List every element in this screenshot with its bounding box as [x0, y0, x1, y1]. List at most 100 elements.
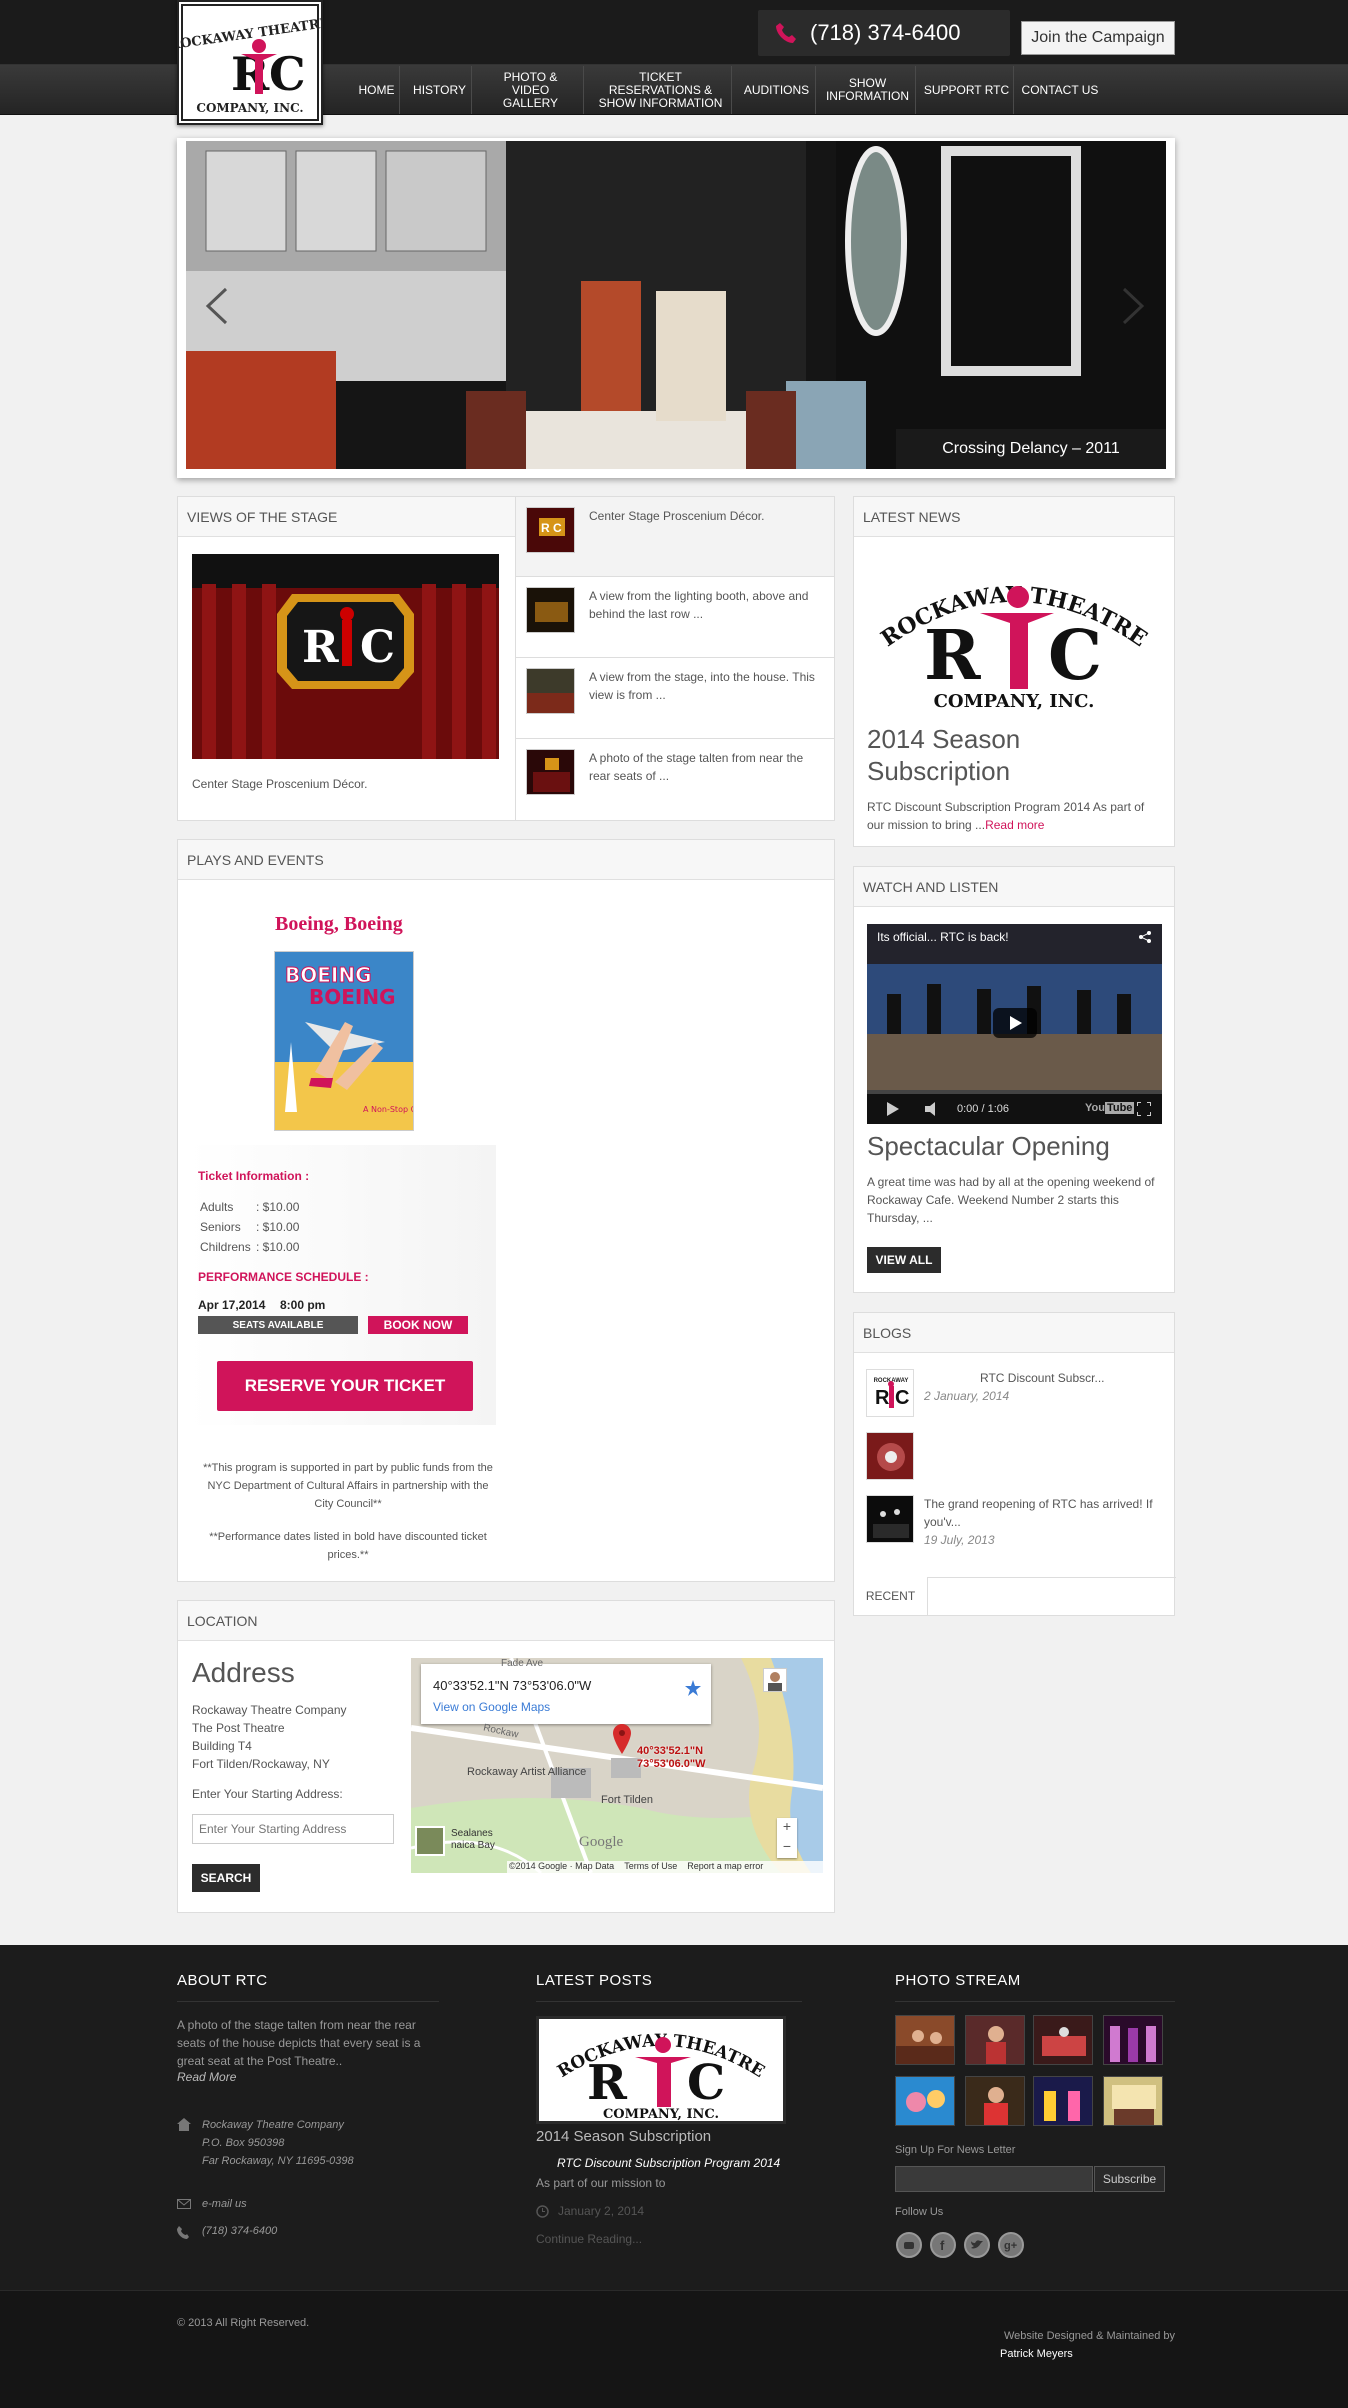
news-read-more[interactable]: Read more — [985, 818, 1044, 832]
news-headline[interactable]: 2014 Season Subscription — [867, 723, 1167, 787]
slider-next-button[interactable] — [1116, 141, 1166, 469]
footer-read-more-link[interactable]: Read More — [177, 2068, 236, 2086]
map-satellite-toggle[interactable] — [415, 1826, 445, 1856]
slider-prev-button[interactable] — [186, 141, 236, 469]
news-body: RTC Discount Subscription Program 2014 A… — [867, 800, 1145, 832]
photo-stream-thumb[interactable] — [1103, 2076, 1163, 2126]
view-all-button[interactable]: VIEW ALL — [867, 1247, 941, 1273]
photo-stream-thumb[interactable] — [1033, 2015, 1093, 2065]
footer-post-date: January 2, 2014 — [558, 2204, 645, 2218]
fullscreen-icon[interactable] — [1137, 1102, 1151, 1116]
map-coords: 40°33'52.1"N 73°53'06.0"W — [433, 1678, 592, 1693]
map-terms-link[interactable]: Terms of Use — [624, 1861, 677, 1873]
svg-text:A Non-Stop Comedy!: A Non-Stop Comedy! — [363, 1105, 414, 1114]
schedule-time: 8:00 pm — [280, 1298, 326, 1312]
show-title[interactable]: Boeing, Boeing — [275, 913, 403, 936]
hero-slide: Crossing Delancy – 2011 — [186, 141, 1166, 469]
credit-line: Website Designed & Maintained by — [1003, 2330, 1175, 2342]
map-pin-label: 40°33'52.1"N 73°53'06.0"W — [637, 1745, 706, 1770]
phone-number: (718) 374-6400 — [810, 20, 961, 45]
latest-news-title: LATEST NEWS — [854, 497, 1174, 537]
footer-about-title: ABOUT RTC — [177, 1972, 268, 1989]
blogs-panel: BLOGS ROCKAWAYRC RTC Discount Subscr... … — [853, 1312, 1176, 1616]
star-icon[interactable] — [685, 1680, 701, 1696]
nav-show-information[interactable]: SHOW INFORMATION — [820, 66, 916, 114]
views-featured-image[interactable]: R C — [192, 554, 499, 759]
nav-ticket-reservations[interactable]: TICKET RESERVATIONS & SHOW INFORMATION — [590, 66, 732, 114]
svg-text:BOEING: BOEING — [309, 985, 396, 1009]
address-heading: Address — [192, 1657, 295, 1688]
photo-stream-thumb[interactable] — [965, 2076, 1025, 2126]
phone-box[interactable]: (718) 374-6400 — [758, 10, 1010, 56]
nav-photo-video-gallery[interactable]: PHOTO & VIDEO GALLERY — [478, 66, 584, 114]
join-campaign-button[interactable]: Join the Campaign — [1021, 21, 1175, 55]
plays-title: PLAYS AND EVENTS — [178, 840, 834, 880]
photo-stream-thumb[interactable] — [895, 2076, 955, 2126]
zoom-in-button[interactable]: + — [777, 1818, 797, 1838]
nav-auditions[interactable]: AUDITIONS — [738, 66, 816, 114]
svg-text:BOEING: BOEING — [285, 963, 372, 987]
google-plus-icon[interactable]: g+ — [998, 2232, 1024, 2258]
svg-text:R: R — [587, 2055, 628, 2111]
zoom-out-button[interactable]: − — [777, 1838, 797, 1858]
views-item-4[interactable]: A photo of the stage talten from near th… — [516, 739, 834, 820]
seats-available-badge: SEATS AVAILABLE — [198, 1316, 358, 1334]
site-logo[interactable]: ROCKAWAY THEATRE R C COMPANY, INC. — [177, 0, 323, 125]
youtube-icon[interactable] — [896, 2232, 922, 2258]
latest-news-panel: LATEST NEWS ROCKAWAY THEATRE R C COMPANY… — [853, 496, 1175, 847]
blog-item-1[interactable]: ROCKAWAYRC RTC Discount Subscr... 2 Janu… — [866, 1369, 1166, 1421]
newsletter-email-input[interactable] — [895, 2166, 1093, 2192]
map-report-link[interactable]: Report a map error — [687, 1861, 763, 1873]
footer-post-title[interactable]: 2014 Season Subscription — [536, 2128, 711, 2145]
watch-title: WATCH AND LISTEN — [854, 867, 1174, 907]
twitter-icon[interactable] — [964, 2232, 990, 2258]
play-button[interactable] — [993, 1008, 1037, 1038]
view-on-google-maps-link[interactable]: View on Google Maps — [433, 1700, 550, 1714]
footer-email-link[interactable]: e-mail us — [202, 2195, 247, 2213]
reserve-ticket-button[interactable]: RESERVE YOUR TICKET — [217, 1361, 473, 1411]
tab-recent[interactable]: RECENT — [854, 1577, 928, 1615]
price-adults: : $10.00 — [256, 1200, 300, 1214]
blog-item-2[interactable] — [866, 1432, 1166, 1482]
video-player[interactable]: Its official... RTC is back! 0:00 / 1:06… — [867, 924, 1162, 1124]
start-address-input[interactable] — [192, 1814, 394, 1844]
share-icon[interactable] — [1138, 930, 1152, 944]
views-item-2[interactable]: A view from the lighting booth, above an… — [516, 577, 834, 658]
footer-about-text: A photo of the stage talten from near th… — [177, 2018, 421, 2068]
funding-note: **This program is supported in part by p… — [203, 1462, 493, 1510]
play-control-icon[interactable] — [887, 1102, 899, 1116]
email-icon — [177, 2199, 191, 2209]
location-map[interactable]: 40°33'52.1"N 73°53'06.0"W View on Google… — [411, 1658, 823, 1873]
nav-home[interactable]: HOME — [354, 66, 400, 114]
subscribe-button[interactable]: Subscribe — [1094, 2166, 1165, 2192]
map-road-label-2: Fade Ave — [501, 1658, 544, 1669]
credit-author-link[interactable]: Patrick Meyers — [1000, 2345, 1073, 2363]
nav-support-rtc[interactable]: SUPPORT RTC — [920, 66, 1014, 114]
book-now-button[interactable]: BOOK NOW — [368, 1316, 468, 1334]
volume-icon[interactable] — [925, 1102, 943, 1116]
map-zoom-control: + − — [777, 1818, 797, 1858]
photo-stream-thumb[interactable] — [895, 2015, 955, 2065]
views-item-3[interactable]: A view from the stage, into the house. T… — [516, 658, 834, 739]
map-pin-icon[interactable] — [613, 1724, 631, 1754]
photo-stream-thumb[interactable] — [1103, 2015, 1163, 2065]
blog-thumb — [866, 1432, 914, 1480]
blog-item-3[interactable]: The grand reopening of RTC has arrived! … — [866, 1495, 1166, 1551]
footer-continue-link[interactable]: Continue Reading... — [536, 2230, 642, 2248]
video-headline[interactable]: Spectacular Opening — [867, 1131, 1110, 1162]
photo-stream-thumb[interactable] — [1033, 2076, 1093, 2126]
footer-address: Rockaway Theatre Company P.O. Box 950398 F… — [202, 2119, 354, 2167]
svg-text:C: C — [269, 47, 306, 101]
views-item-1[interactable]: R C Center Stage Proscenium Décor. — [516, 497, 834, 577]
search-button[interactable]: SEARCH — [192, 1864, 260, 1892]
footer-post-image[interactable]: ROCKAWAY THEATRE R C COMPANY, INC. — [536, 2016, 786, 2124]
show-poster[interactable]: BOEING BOEING A Non-Stop Comedy! — [274, 951, 414, 1131]
nav-contact-us[interactable]: CONTACT US — [1018, 66, 1102, 114]
nav-history[interactable]: HISTORY — [408, 66, 472, 114]
map-user-avatar[interactable] — [763, 1668, 787, 1692]
photo-stream-thumb[interactable] — [965, 2015, 1025, 2065]
youtube-logo[interactable]: You Tube — [1085, 1102, 1135, 1114]
facebook-icon[interactable]: f — [930, 2232, 956, 2258]
video-title: Its official... RTC is back! — [877, 930, 1009, 944]
footer-photo-title: PHOTO STREAM — [895, 1972, 1021, 1989]
